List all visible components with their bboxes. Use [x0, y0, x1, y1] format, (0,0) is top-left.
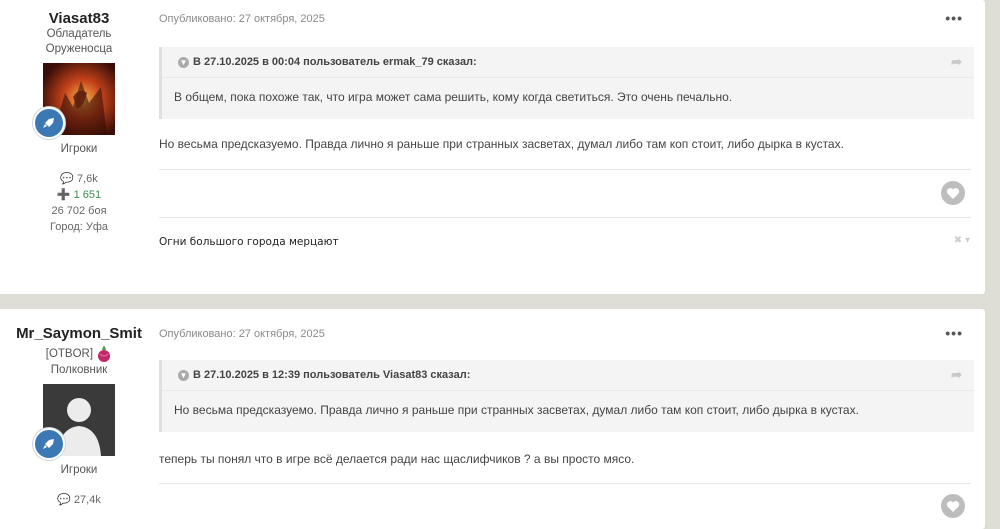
forum-post: Viasat83 Обладатель Оруженосца Игроки 💬 … — [0, 0, 985, 294]
stat-posts: 💬 7,6k — [60, 173, 98, 185]
stat-battles: 26 702 боя — [51, 205, 107, 217]
post-author-panel: Viasat83 Обладатель Оруженосца Игроки 💬 … — [0, 10, 158, 235]
chevron-down-icon[interactable]: ▾ — [965, 235, 970, 246]
signature: Огни большого города мерцают — [159, 236, 339, 248]
avatar[interactable] — [33, 63, 115, 139]
heart-icon — [946, 500, 960, 512]
post-date[interactable]: Опубликовано: 27 октября, 2025 — [159, 328, 325, 340]
close-icon[interactable]: ✖ — [954, 235, 962, 246]
clan-tag[interactable]: [OTBOR] — [46, 348, 93, 360]
quote-header[interactable]: ▼ В 27.10.2025 в 12:39 пользователь Viasa… — [162, 360, 974, 391]
chevron-down-icon[interactable]: ▼ — [178, 56, 189, 68]
author-title-line: Оруженосца — [45, 43, 113, 55]
author-stats: 💬 7,6k ➕ 1 651 26 702 боя Город: Уфа — [0, 171, 158, 235]
share-arrow-icon[interactable]: ➦ — [951, 47, 962, 77]
rocket-icon — [43, 118, 54, 128]
ellipsis-icon[interactable]: ••• — [945, 325, 963, 341]
quote-text: В общем, пока похоже так, что игра может… — [174, 90, 733, 104]
author-name[interactable]: Viasat83 — [0, 10, 158, 27]
rank-badge[interactable] — [33, 107, 65, 139]
signature-controls[interactable]: ✖ ▾ — [954, 235, 970, 246]
post-date[interactable]: Опубликовано: 27 октября, 2025 — [159, 13, 325, 25]
stat-posts: 💬 27,4k — [57, 494, 101, 506]
divider — [159, 217, 971, 218]
avatar[interactable] — [33, 384, 115, 460]
quote-block: ▼ В 27.10.2025 в 00:04 пользователь ermak… — [159, 47, 974, 119]
quote-text: Но весьма предсказуемо. Правда лично я р… — [174, 403, 859, 417]
comment-icon: 💬 — [60, 173, 74, 185]
quote-header[interactable]: ▼ В 27.10.2025 в 00:04 пользователь ermak… — [162, 47, 974, 78]
plus-circle-icon: ➕ — [56, 189, 71, 201]
comment-icon: 💬 — [57, 494, 71, 506]
ellipsis-icon[interactable]: ••• — [945, 10, 963, 26]
author-clan-line: [OTBOR] — [0, 345, 158, 363]
chevron-down-icon[interactable]: ▼ — [178, 369, 189, 381]
author-group: Игроки — [60, 464, 98, 476]
heart-icon — [946, 187, 960, 199]
author-stats: 💬 27,4k — [0, 492, 158, 508]
forum-post: Mr_Saymon_Smit [OTBOR] Полковник Игроки … — [0, 309, 985, 529]
stat-city: Город: Уфа — [49, 221, 109, 233]
divider — [159, 169, 971, 170]
share-arrow-icon[interactable]: ➦ — [951, 360, 962, 390]
quote-citation: В 27.10.2025 в 00:04 пользователь ermak_… — [193, 56, 477, 68]
stat-reputation: ➕ 1 651 — [56, 189, 102, 201]
post-text: теперь ты понял что в игре всё делается … — [159, 452, 635, 466]
post-author-panel: Mr_Saymon_Smit [OTBOR] Полковник Игроки … — [0, 325, 158, 508]
quote-block: ▼ В 27.10.2025 в 12:39 пользователь Viasa… — [159, 360, 974, 432]
author-name[interactable]: Mr_Saymon_Smit — [0, 325, 158, 342]
post-text: Но весьма предсказуемо. Правда лично я р… — [159, 137, 844, 151]
rocket-icon — [43, 439, 54, 449]
beet-icon — [98, 345, 111, 362]
author-title-line: Обладатель — [46, 28, 112, 40]
author-title-line: Полковник — [50, 364, 108, 376]
author-group: Игроки — [60, 143, 98, 155]
like-button[interactable] — [941, 494, 965, 518]
like-button[interactable] — [941, 181, 965, 205]
divider — [159, 483, 971, 484]
quote-citation: В 27.10.2025 в 12:39 пользователь Viasat… — [193, 369, 471, 381]
rank-badge[interactable] — [33, 428, 65, 460]
